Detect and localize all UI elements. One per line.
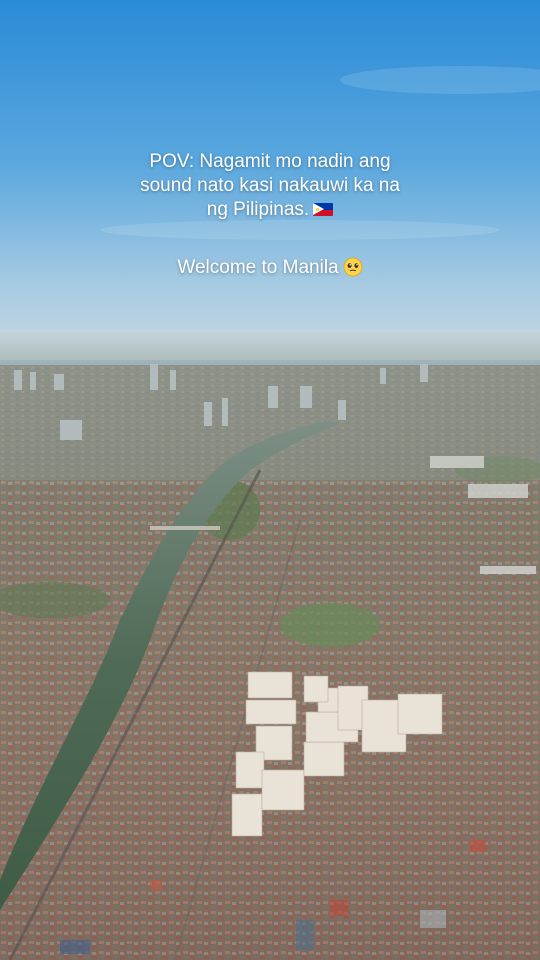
teary-smiling-face-icon — [343, 257, 363, 277]
caption-line-1: POV: Nagamit mo nadin ang — [149, 151, 391, 172]
philippines-flag-icon — [313, 203, 334, 216]
video-caption: POV: Nagamit mo nadin ang sound nato kas… — [60, 150, 480, 280]
caption-line-4: Welcome to Manila — [60, 256, 480, 280]
aerial-city-scene — [0, 0, 540, 960]
caption-line-4-text: Welcome to Manila — [177, 257, 339, 278]
caption-line-3-text: ng Pilipinas. — [206, 199, 310, 220]
caption-line-2: sound nato kasi nakauwi ka na — [140, 175, 400, 196]
caption-line-3: ng Pilipinas. — [60, 198, 480, 222]
video-frame: POV: Nagamit mo nadin ang sound nato kas… — [0, 0, 540, 960]
